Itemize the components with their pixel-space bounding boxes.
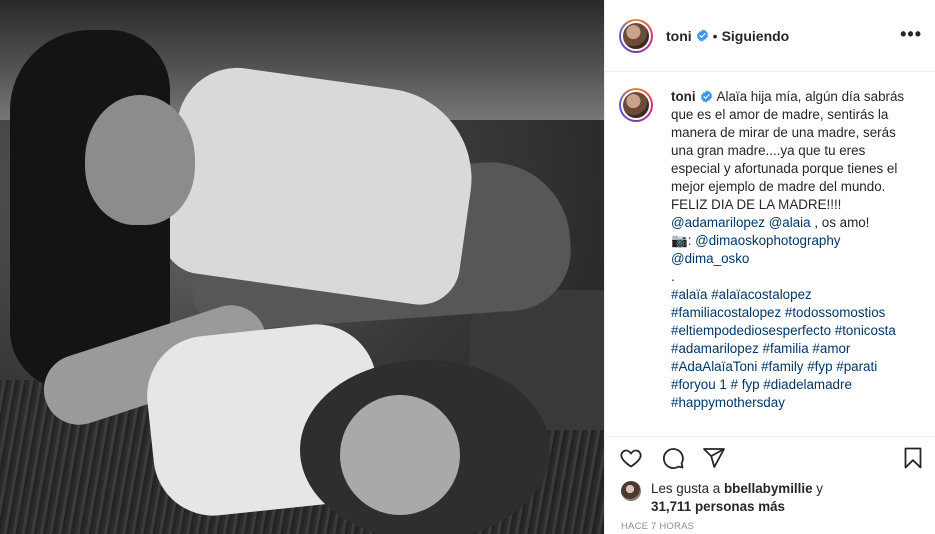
caption-username[interactable]: toni [671,89,696,104]
likes-count[interactable]: 31,711 personas más [651,499,785,514]
comment-button[interactable] [661,446,687,472]
likes-text: Les gusta a bbellabymillie y 31,711 pers… [651,480,823,516]
caption-line: toni Alaïa hija mía, algún día sabrás [671,88,922,106]
caption-line: que es el amor de madre, sentirás la [671,107,889,122]
likes-prefix: Les gusta a [651,481,724,496]
share-button[interactable] [702,446,728,472]
photo-girl-face [340,395,460,515]
mentions-suffix: , os amo! [810,215,870,230]
caption-avatar[interactable] [619,88,653,122]
mentions-line: @adamarilopez @alaia , os amo! [671,214,922,232]
bookmark-icon [904,447,922,469]
caption-body: toni Alaïa hija mía, algún día sabrás que… [671,88,922,435]
post-header: toni • Siguiendo ••• [605,0,935,72]
hashtag-line[interactable]: #eltiempodediosesperfecto #tonicosta [671,322,922,340]
like-button[interactable] [619,446,645,472]
hashtag-line[interactable]: #foryou 1 # fyp #diadelamadre [671,376,922,394]
post-side-panel: toni • Siguiendo ••• toni Alaïa hija mía,… [604,0,935,534]
heart-icon [620,449,642,468]
share-icon [703,448,725,468]
mention-link[interactable]: @dimaoskophotography [695,233,840,248]
post-photo[interactable] [0,0,604,534]
following-button[interactable]: Siguiendo [722,28,790,44]
caption-line: mejor ejemplo de madre del mundo. [671,179,886,194]
hashtag-line[interactable]: #familiacostalopez #todossomostios [671,304,922,322]
caption-line: especial y afortunada porque tienes el [671,161,898,176]
more-icon[interactable]: ••• [900,25,922,43]
hashtag-line[interactable]: #adamarilopez #familia #amor [671,340,922,358]
hashtag-line[interactable]: #alaïa #alaïacostalopez [671,286,922,304]
profile-avatar[interactable] [619,18,653,53]
comment-icon [662,448,684,469]
save-button[interactable] [901,446,927,472]
mention-link[interactable]: @adamarilopez [671,215,765,230]
photo-woman-face [85,95,195,225]
caption-line: manera de mirar de una madre, serás [671,125,896,140]
mention-link[interactable]: @dima_osko [671,251,749,266]
mention-link[interactable]: @alaia [769,215,811,230]
verified-badge-icon [696,29,708,42]
caption-dot: . [671,269,675,284]
caption-text: Alaïa hija mía, algún día sabrás [716,89,905,104]
post-timestamp[interactable]: HACE 7 HORAS [621,521,694,532]
action-bar [605,436,935,480]
verified-badge-icon [700,90,712,103]
caption-line: FELIZ DIA DE LA MADRE!!!! [671,197,842,212]
likes-connector: y [812,481,823,496]
liker-username[interactable]: bbellabymillie [724,481,813,496]
header-separator: • [712,27,718,44]
hashtag-line[interactable]: #AdaAlaïaToni #family #fyp #parati [671,358,922,376]
photo-credit-line: 📷: @dimaoskophotography [671,232,922,250]
photo-credit-line: @dima_osko [671,250,922,268]
caption-line: una gran madre....ya que tu eres [671,143,866,158]
header-username[interactable]: toni [666,28,692,44]
hashtag-line[interactable]: #happymothersday [671,394,922,412]
camera-icon: 📷 [671,233,688,248]
caption: toni Alaïa hija mía, algún día sabrás que… [605,72,935,435]
likes-summary: Les gusta a bbellabymillie y 31,711 pers… [621,480,931,516]
liker-avatar[interactable] [621,481,641,501]
